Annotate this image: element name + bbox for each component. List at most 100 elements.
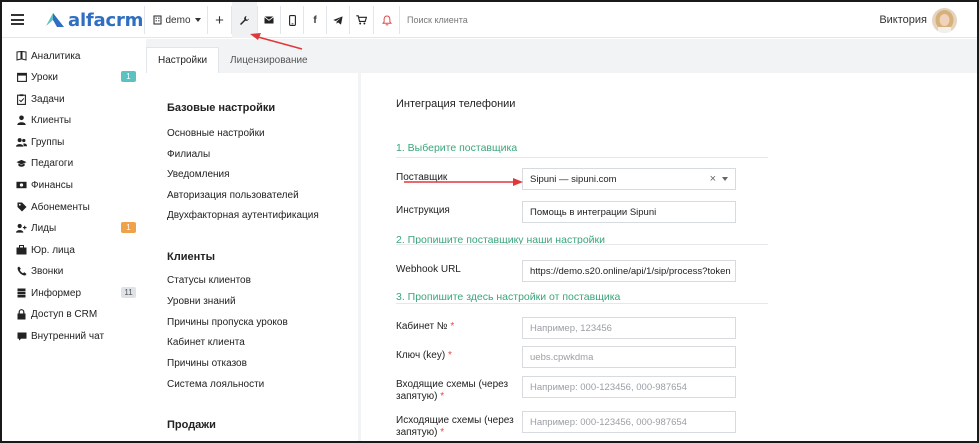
page-title: Интеграция телефонии	[396, 98, 516, 110]
sidebar-item-informer[interactable]: Информер 11	[16, 283, 140, 303]
leads-badge: 1	[121, 222, 136, 233]
branch-label: demo	[165, 14, 191, 26]
bell-icon[interactable]	[374, 2, 399, 38]
menu-item-rejection-reasons[interactable]: Причины отказов	[167, 358, 247, 369]
cart-icon[interactable]	[350, 2, 373, 38]
instruction-link[interactable]: Помощь в интеграции Sipuni	[522, 201, 736, 223]
telegram-icon[interactable]	[327, 2, 349, 38]
sidebar-item-label: Юр. лица	[31, 244, 75, 256]
incoming-schemes-label: Входящие схемы (через запятую) *	[396, 379, 509, 402]
incoming-schemes-input[interactable]: Например: 000-123456, 000-987654	[522, 376, 736, 398]
outgoing-schemes-label: Исходящие схемы (через запятую) *	[396, 415, 514, 438]
sidebar-item-label: Абонементы	[31, 201, 90, 213]
divider	[396, 244, 768, 245]
tab-licensing[interactable]: Лицензирование	[219, 47, 319, 73]
sidebar-item-teachers[interactable]: Педагоги	[16, 153, 140, 173]
sidebar-item-label: Группы	[31, 136, 65, 148]
sidebar-item-lessons[interactable]: Уроки 1	[16, 67, 140, 87]
sidebar-item-groups[interactable]: Группы	[16, 132, 140, 152]
logo[interactable]: alfacrm	[44, 9, 144, 31]
menu-item-client-cabinet[interactable]: Кабинет клиента	[167, 337, 245, 348]
sidebar-item-tasks[interactable]: Задачи	[16, 89, 140, 109]
tab-settings[interactable]: Настройки	[146, 47, 220, 73]
calendar-icon	[16, 72, 27, 83]
settings-menu: Базовые настройки Основные настройки Фил…	[146, 73, 358, 441]
database-icon	[16, 288, 27, 299]
provider-value: Sipuni — sipuni.com	[530, 173, 617, 185]
sidebar-item-label: Доступ в CRM	[31, 308, 98, 320]
divider	[144, 6, 145, 34]
branch-selector[interactable]: demo	[149, 2, 205, 38]
menu-item-absence-reasons[interactable]: Причины пропуска уроков	[167, 317, 288, 328]
cabinet-label: Кабинет № *	[396, 321, 455, 332]
menu-item-knowledge-levels[interactable]: Уровни знаний	[167, 296, 236, 307]
mail-icon[interactable]	[258, 2, 280, 38]
clear-icon[interactable]: ×	[710, 173, 716, 185]
sidebar: Аналитика Уроки 1 Задачи Клиенты Группы …	[2, 39, 146, 441]
key-input[interactable]: uebs.cpwkdma	[522, 346, 736, 368]
sidebar-item-finance[interactable]: Финансы	[16, 175, 140, 195]
group-icon	[16, 137, 27, 148]
user-name[interactable]: Виктория	[879, 14, 927, 26]
menu-item-notifications[interactable]: Уведомления	[167, 169, 230, 180]
main-content: Настройки Лицензирование Базовые настрой…	[146, 39, 977, 441]
sidebar-item-label: Уроки	[31, 71, 58, 83]
cabinet-input[interactable]: Например, 123456	[522, 317, 736, 339]
sidebar-item-label: Задачи	[31, 93, 65, 105]
section-provider-settings: 3. Пропишите здесь настройки от поставщи…	[396, 291, 621, 303]
menu-item-user-auth[interactable]: Авторизация пользователей	[167, 190, 299, 201]
graduation-cap-icon	[16, 158, 27, 169]
tasks-icon	[16, 93, 27, 105]
chevron-down-icon[interactable]	[722, 177, 728, 181]
sidebar-item-label: Клиенты	[31, 114, 72, 126]
facebook-icon[interactable]: f	[304, 2, 326, 38]
plus-icon[interactable]: +	[208, 2, 231, 38]
sidebar-item-legal-entities[interactable]: Юр. лица	[16, 240, 140, 260]
phone-icon[interactable]	[281, 2, 303, 38]
section-choose-provider: 1. Выберите поставщика	[396, 142, 518, 154]
sidebar-item-label: Звонки	[31, 265, 64, 277]
sidebar-item-internal-chat[interactable]: Внутренний чат	[16, 326, 140, 346]
sidebar-item-label: Лиды	[31, 222, 57, 234]
sidebar-item-label: Внутренний чат	[31, 330, 105, 342]
divider	[399, 6, 400, 34]
building-icon	[153, 15, 163, 25]
divider	[396, 157, 768, 158]
sidebar-item-label: Педагоги	[31, 157, 74, 169]
webhook-label: Webhook URL	[396, 264, 461, 275]
sidebar-item-analytics[interactable]: Аналитика	[16, 46, 140, 66]
key-label: Ключ (key) *	[396, 350, 452, 361]
sidebar-item-subscriptions[interactable]: Абонементы	[16, 197, 140, 217]
briefcase-icon	[16, 245, 27, 256]
logo-text: alfacrm	[68, 9, 144, 31]
menu-item-two-factor[interactable]: Двухфакторная аутентификация	[167, 210, 319, 221]
webhook-url-field[interactable]: https://demo.s20.online/api/1/sip/proces…	[522, 260, 736, 282]
menu-item-loyalty-system[interactable]: Система лояльности	[167, 379, 264, 390]
divider	[396, 303, 768, 304]
chevron-down-icon	[194, 18, 201, 22]
sidebar-item-leads[interactable]: Лиды 1	[16, 218, 140, 238]
menu-item-branches[interactable]: Филиалы	[167, 149, 210, 160]
analytics-icon	[16, 51, 27, 62]
lessons-badge: 1	[121, 71, 136, 82]
outgoing-schemes-input[interactable]: Например: 000-123456, 000-987654	[522, 411, 736, 433]
avatar[interactable]	[932, 8, 957, 33]
wrench-icon[interactable]	[232, 2, 257, 38]
app-window: alfacrm demo + f Поиск клиента Виктория …	[0, 0, 979, 443]
sidebar-item-label: Информер	[31, 287, 82, 299]
client-search-input[interactable]: Поиск клиента	[407, 15, 468, 25]
menu-item-client-statuses[interactable]: Статусы клиентов	[167, 275, 251, 286]
menu-icon[interactable]	[11, 14, 24, 25]
tag-icon	[16, 202, 27, 213]
top-bar: alfacrm demo + f Поиск клиента Виктория	[2, 2, 977, 38]
sidebar-item-calls[interactable]: Звонки	[16, 261, 140, 281]
user-icon	[16, 115, 27, 126]
telephony-panel: Интеграция телефонии 1. Выберите поставщ…	[361, 73, 977, 441]
sidebar-item-crm-access[interactable]: Доступ в CRM	[16, 304, 140, 324]
provider-select[interactable]: Sipuni — sipuni.com ×	[522, 168, 736, 190]
menu-item-main-settings[interactable]: Основные настройки	[167, 128, 265, 139]
add-user-icon	[16, 223, 27, 234]
sidebar-item-clients[interactable]: Клиенты	[16, 110, 140, 130]
sidebar-item-label: Финансы	[31, 179, 73, 191]
lock-icon	[16, 308, 27, 320]
